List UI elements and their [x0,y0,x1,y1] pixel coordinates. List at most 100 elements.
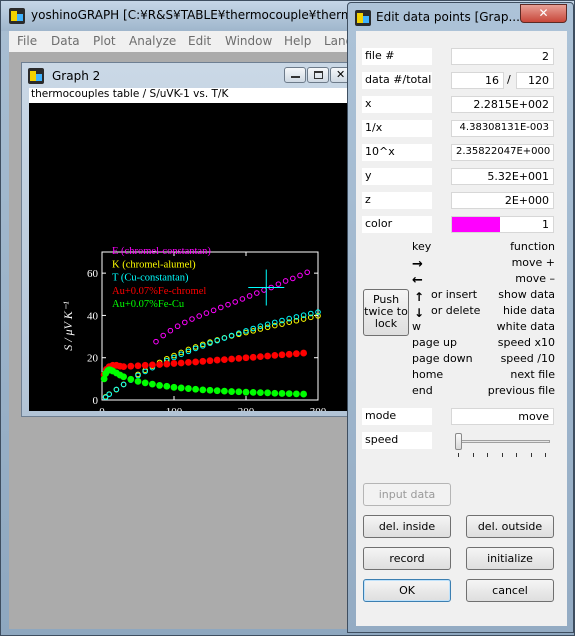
data-point [232,299,238,305]
data-point [174,323,181,330]
data-index-field[interactable]: 16 [451,72,504,89]
plot-legend: E (chromel-constantan) K (chromel-alumel)… [112,246,211,310]
data-point [285,350,293,358]
data-point [290,275,296,282]
data-point [177,359,185,367]
legend-entry: K (chromel-alumel) [112,259,196,270]
data-point [213,356,221,364]
menu-edit[interactable]: Edit [188,34,211,48]
x-label: x [362,96,432,113]
data-point [177,384,185,392]
inv-x-field[interactable]: 4.38308131E-003 [451,120,554,137]
z-field[interactable]: 2E+000 [451,192,554,209]
data-point [271,351,279,359]
file-field[interactable]: 2 [451,48,554,65]
data-point [271,389,279,397]
speed-x10-label: speed x10 [497,336,555,349]
data-point [149,361,156,369]
function-header: function [510,240,555,253]
move-minus-label: move – [515,272,555,285]
right-arrow-icon: → [412,257,423,272]
legend-entry: E (chromel-constantan) [112,246,211,257]
speed-slider[interactable] [451,431,554,461]
color-value: 1 [542,218,549,231]
data-point [153,338,159,345]
data-point [141,361,149,369]
data-point [189,316,195,322]
y-field[interactable]: 5.32E+001 [451,168,554,185]
data-point [221,387,228,395]
or-insert-label: or insert [431,288,478,301]
minimize-icon [291,71,300,78]
plot-area[interactable]: 01002003000204060T / KS / μV K⁻¹ E (chro… [29,103,349,411]
graph-window-title: Graph 2 [52,69,101,83]
data-point [120,363,127,370]
input-data-button[interactable]: input data [363,483,451,506]
dialog-close-button[interactable]: ✕ [520,4,567,23]
ok-button[interactable]: OK [363,579,451,602]
data-point [192,385,200,393]
menu-window[interactable]: Window [225,34,272,48]
data-total-label: data #/total [362,72,432,89]
main-window-title: yoshinoGRAPH [C:¥R&S¥TABLE¥thermocouple¥… [31,8,360,22]
yoshinograph-app-icon[interactable] [355,10,371,26]
minimize-button[interactable] [284,67,306,83]
data-point [278,351,286,359]
menu-analyze[interactable]: Analyze [129,34,176,48]
data-point [149,380,156,388]
show-data-label: show data [498,288,555,301]
cancel-button[interactable]: cancel [466,579,554,602]
left-arrow-icon: ← [412,273,423,288]
series-au-0-07-fe-cu [100,366,307,398]
slider-tick [472,453,474,457]
yoshinograph-app-icon[interactable] [9,8,25,24]
data-point [264,352,271,360]
y-axis-label: S / μV K⁻¹ [61,301,75,351]
initialize-button[interactable]: initialize [466,547,554,570]
menu-help[interactable]: Help [284,34,311,48]
data-total-field[interactable]: 120 [516,72,554,89]
menu-data[interactable]: Data [51,34,80,48]
data-total-separator: / [507,73,511,86]
del-inside-button[interactable]: del. inside [363,515,451,538]
data-point [156,382,163,389]
legend-entry: Au+0.07%Fe-Cu [112,299,185,310]
data-point [264,321,271,328]
graph-subtitle: thermocouples table / S/uVK-1 vs. T/K [29,88,349,103]
mode-field[interactable]: move [451,408,554,425]
edit-data-points-dialog: Edit data points [Grap... ✕ file # 2 dat… [347,2,574,633]
data-point [235,388,243,396]
slider-thumb[interactable] [455,433,462,450]
y-tick-label: 20 [87,353,99,365]
page-down-key-label: page down [412,352,473,365]
slider-tick [530,453,532,457]
data-point [185,385,192,392]
data-point [199,357,207,365]
data-point [246,293,253,299]
menu-plot[interactable]: Plot [93,34,116,48]
menu-file[interactable]: File [17,34,37,48]
inv-x-label: 1/x [362,120,432,137]
close-icon: ✕ [336,68,346,81]
w-key-label: w [412,320,421,333]
x-field[interactable]: 2.2815E+002 [451,96,554,113]
legend-entry: T (Cu-constantan) [112,273,189,284]
yoshinograph-app-icon[interactable] [28,68,44,84]
restore-button[interactable] [307,67,329,83]
move-plus-label: move + [511,256,555,269]
color-field[interactable]: 1 [451,216,554,233]
lock-button[interactable]: Push twice to lock [363,289,409,336]
data-point [206,357,214,365]
data-point [264,389,271,397]
hide-data-label: hide data [502,304,555,317]
x-tick-label: 100 [166,406,183,411]
record-button[interactable]: record [363,547,451,570]
y-tick-label: 40 [87,310,99,322]
del-outside-button[interactable]: del. outside [466,515,554,538]
pow-x-field[interactable]: 2.35822047E+000 [451,144,554,161]
data-point [275,281,282,287]
data-point [127,362,135,370]
dialog-body: file # 2 data #/total 16 / 120 x 2.2815E… [356,31,567,626]
close-icon: ✕ [538,6,549,20]
data-cursor[interactable] [248,269,285,306]
